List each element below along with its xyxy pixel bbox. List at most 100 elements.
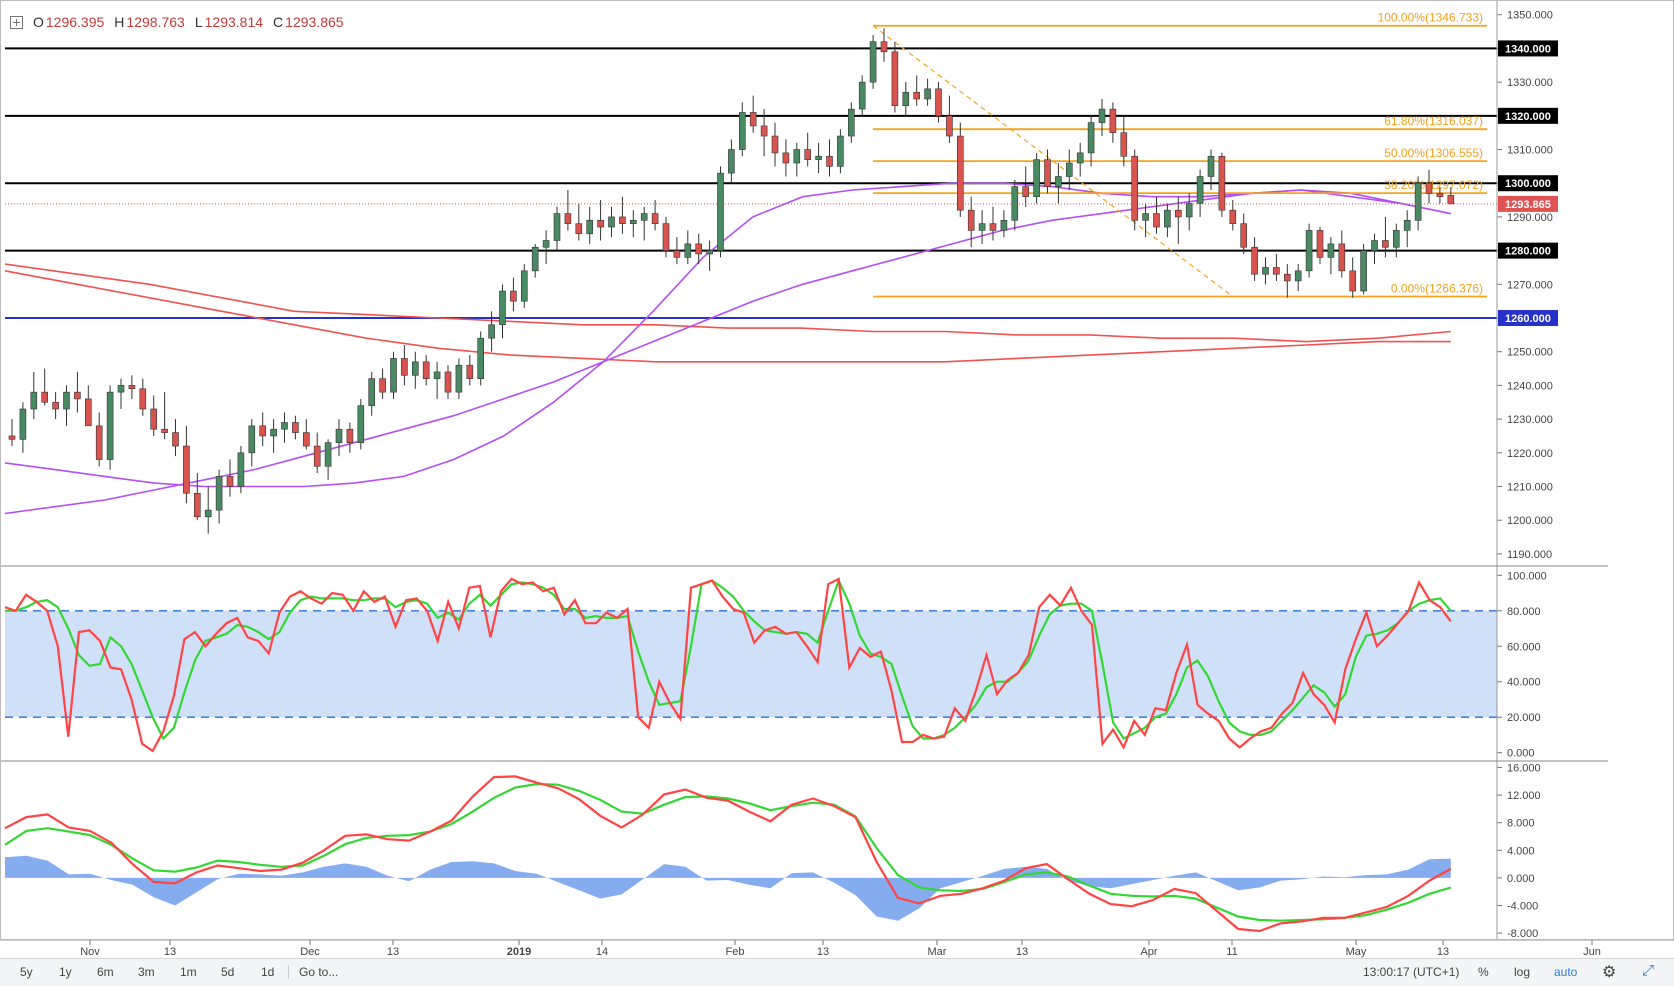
candle-body (488, 324, 495, 339)
candle-body (117, 385, 125, 393)
macd-line (4, 775, 1452, 933)
candle-body (1349, 270, 1356, 292)
goto-button[interactable]: Go to... (297, 965, 340, 979)
candle-body (793, 149, 801, 164)
candle-body (586, 219, 594, 235)
candle-body (150, 408, 157, 430)
percent-toggle[interactable]: % (1476, 965, 1491, 979)
candle-body (346, 428, 354, 443)
log-toggle[interactable]: log (1512, 965, 1532, 979)
time-tick-label: May (1346, 946, 1367, 958)
time-tick-label: 13 (1437, 946, 1449, 958)
price-tick-label: 1240.000 (1507, 380, 1553, 392)
chart-canvas[interactable]: 1350.0001340.0001330.0001320.0001310.000… (0, 0, 1674, 958)
candle-body (1109, 108, 1117, 133)
candle-body (1371, 240, 1378, 251)
fib-level-label: 38.20%(1297.072) (1384, 178, 1483, 192)
fib-level-label: 0.00%(1266.376) (1391, 282, 1483, 296)
candle-body (1305, 230, 1313, 272)
ma-red-line (4, 270, 1451, 363)
candle-body (1316, 230, 1324, 258)
candle-body (1164, 209, 1171, 228)
candle-body (1262, 267, 1269, 275)
candle-body (1284, 273, 1291, 282)
candle-body (85, 398, 92, 427)
time-tick-label: Dec (300, 946, 320, 958)
gear-icon[interactable]: ⚙ (1600, 962, 1618, 982)
fullscreen-icon[interactable]: ⤢ (1640, 962, 1656, 979)
ohlc-low: L 1293.814 (194, 14, 264, 30)
candle-body (95, 425, 103, 460)
stoch-tick-label: 40.000 (1507, 677, 1541, 689)
ohlc-close: C 1293.865 (273, 14, 344, 30)
candle-body (30, 391, 38, 410)
candle-body (520, 270, 528, 302)
candle-body (619, 216, 626, 224)
candle-body (368, 378, 376, 406)
price-tick-label: 1210.000 (1507, 481, 1553, 493)
candle-body (204, 509, 212, 518)
range-1m-button[interactable]: 1m (178, 965, 199, 979)
candle-body (858, 81, 866, 110)
range-1y-button[interactable]: 1y (57, 965, 74, 979)
candle-body (194, 492, 201, 518)
candle-body (41, 391, 49, 403)
candle-body (760, 125, 768, 137)
range-5y-button[interactable]: 5y (18, 965, 35, 979)
range-5d-button[interactable]: 5d (219, 965, 236, 979)
candle-body (935, 88, 942, 117)
auto-toggle[interactable]: auto (1552, 965, 1579, 979)
candle-body (215, 476, 223, 511)
candle-body (956, 135, 964, 211)
macd-tick-label: 12.000 (1507, 790, 1541, 802)
time-tick-label: Jun (1583, 946, 1601, 958)
stoch-tick-label: 80.000 (1507, 606, 1541, 618)
candle-body (292, 422, 299, 433)
candle-body (466, 364, 474, 379)
candle-body (902, 91, 910, 107)
candle-body (749, 112, 757, 127)
macd-tick-label: 0.000 (1507, 873, 1535, 885)
level-price-tag-label: 1340.000 (1505, 43, 1551, 55)
candle-body (74, 391, 81, 400)
price-panel: 1350.000 1340.000 1330.000 1320.000 1310.000… (4, 10, 1558, 561)
candle-body (946, 115, 953, 137)
range-3m-button[interactable]: 3m (136, 965, 157, 979)
expand-icon[interactable] (10, 15, 23, 29)
candle-body (499, 290, 506, 326)
level-price-tag-label: 1260.000 (1505, 313, 1551, 325)
price-tick-label: 1270.000 (1507, 279, 1553, 291)
ma-red-line (4, 263, 1451, 343)
overbought-oversold-band (5, 610, 1497, 718)
candle-body (989, 223, 997, 231)
range-6m-button[interactable]: 6m (95, 965, 116, 979)
candle-body (662, 223, 670, 251)
level-price-tag-label: 1280.000 (1505, 246, 1551, 258)
candle-body (728, 149, 735, 174)
candle-body (1076, 152, 1084, 164)
candle-body (640, 213, 648, 221)
price-tick-label: 1350.000 (1507, 10, 1553, 22)
price-tick-label: 1290.000 (1507, 212, 1553, 224)
candle-body (248, 425, 256, 454)
time-tick-label: 14 (596, 946, 608, 958)
candle-body (608, 216, 615, 228)
candle-body (379, 378, 386, 393)
level-price-tag-label: 1300.000 (1505, 178, 1551, 190)
candle-body (1218, 155, 1226, 211)
candle-body (19, 408, 27, 440)
candle-body (357, 405, 365, 443)
clock-display: 13:00:17 (UTC+1) (1363, 965, 1460, 979)
time-tick-label: 13 (817, 946, 829, 958)
candle-body (869, 41, 877, 83)
price-tick-label: 1230.000 (1507, 414, 1553, 426)
candle-body (1229, 209, 1237, 224)
range-1d-button[interactable]: 1d (259, 965, 276, 979)
last-price-tag-label: 1293.865 (1505, 199, 1551, 211)
candle-body (1447, 195, 1455, 205)
candle-body (335, 428, 343, 443)
candle-body (684, 243, 692, 258)
candle-body (1055, 176, 1062, 187)
candle-body (510, 290, 517, 302)
candle-body (651, 213, 659, 224)
